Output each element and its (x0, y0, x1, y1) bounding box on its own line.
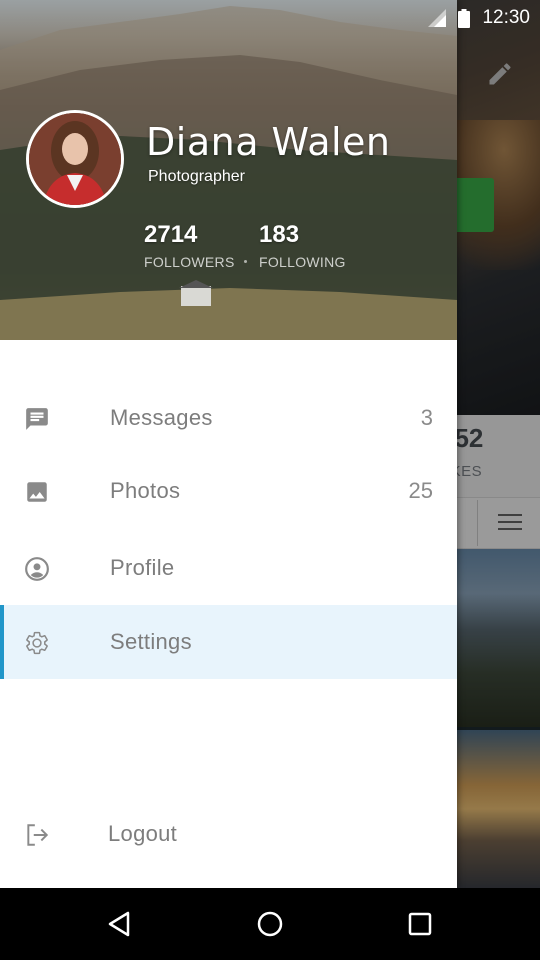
gear-icon (26, 631, 48, 655)
menu-item-label: Messages (110, 405, 213, 430)
menu-item-label: Photos (110, 478, 181, 503)
status-bar: 12:30 (0, 0, 540, 36)
menu-item-count: 3 (420, 405, 433, 430)
followers-stat[interactable]: 2714 FOLLOWERS (144, 221, 235, 270)
followers-count: 2714 (144, 221, 198, 248)
signal-icon (428, 9, 447, 27)
avatar-image (29, 113, 121, 205)
menu-item-label: Settings (110, 629, 192, 654)
stat-separator (244, 260, 247, 263)
drawer-header: Diana Walen Photographer 2714 FOLLOWERS … (0, 0, 457, 340)
status-time: 12:30 (482, 7, 530, 28)
following-label: FOLLOWING (259, 254, 346, 270)
menu-item-messages[interactable]: Messages 3 (0, 381, 457, 455)
recents-icon[interactable] (404, 908, 436, 940)
home-icon[interactable] (254, 908, 286, 940)
user-role: Photographer (148, 168, 245, 185)
following-count: 183 (259, 221, 300, 248)
menu-item-photos[interactable]: Photos 25 (0, 454, 457, 528)
image-icon (27, 482, 47, 502)
system-nav-bar (0, 888, 540, 960)
logout-icon (27, 824, 49, 846)
menu-item-count: 25 (408, 478, 433, 503)
menu-item-profile[interactable]: Profile (0, 531, 457, 605)
user-name: Diana Walen (146, 120, 391, 164)
back-icon[interactable] (104, 908, 136, 940)
account-circle-icon (25, 557, 49, 581)
menu-item-label: Profile (110, 555, 175, 580)
followers-label: FOLLOWERS (144, 254, 235, 270)
logout-label: Logout (108, 821, 178, 846)
menu-item-settings[interactable]: Settings (0, 605, 457, 679)
navigation-drawer: Diana Walen Photographer 2714 FOLLOWERS … (0, 0, 457, 888)
message-icon (26, 408, 48, 430)
following-stat[interactable]: 183 FOLLOWING (259, 221, 346, 270)
avatar[interactable] (26, 110, 124, 208)
battery-icon (458, 8, 471, 28)
logout-button[interactable]: Logout (0, 797, 457, 871)
